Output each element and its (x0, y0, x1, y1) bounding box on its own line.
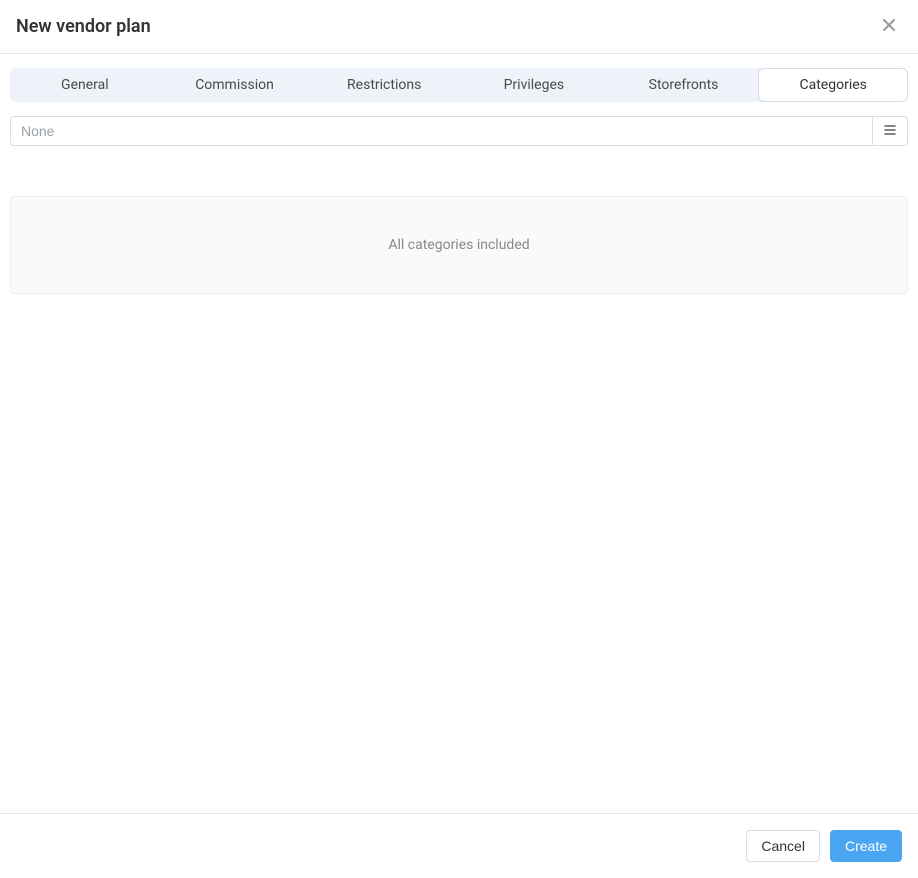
category-input[interactable] (10, 116, 872, 146)
tab-general[interactable]: General (10, 68, 160, 102)
close-button[interactable] (876, 12, 902, 41)
tab-commission[interactable]: Commission (160, 68, 310, 102)
tab-restrictions[interactable]: Restrictions (309, 68, 459, 102)
tab-storefronts[interactable]: Storefronts (609, 68, 759, 102)
dialog-header: New vendor plan (0, 0, 918, 54)
category-selector-row (10, 116, 908, 146)
tab-categories[interactable]: Categories (758, 68, 908, 102)
categories-empty-panel: All categories included (10, 196, 908, 294)
empty-message: All categories included (388, 237, 529, 253)
close-icon (880, 16, 898, 37)
dialog-title: New vendor plan (16, 16, 151, 37)
category-menu-button[interactable] (872, 116, 908, 146)
tab-privileges[interactable]: Privileges (459, 68, 609, 102)
hamburger-icon (882, 122, 898, 141)
cancel-button[interactable]: Cancel (746, 830, 820, 862)
create-button[interactable]: Create (830, 830, 902, 862)
dialog-content: General Commission Restrictions Privileg… (0, 54, 918, 813)
dialog-footer: Cancel Create (0, 813, 918, 878)
tabs-container: General Commission Restrictions Privileg… (10, 68, 908, 102)
